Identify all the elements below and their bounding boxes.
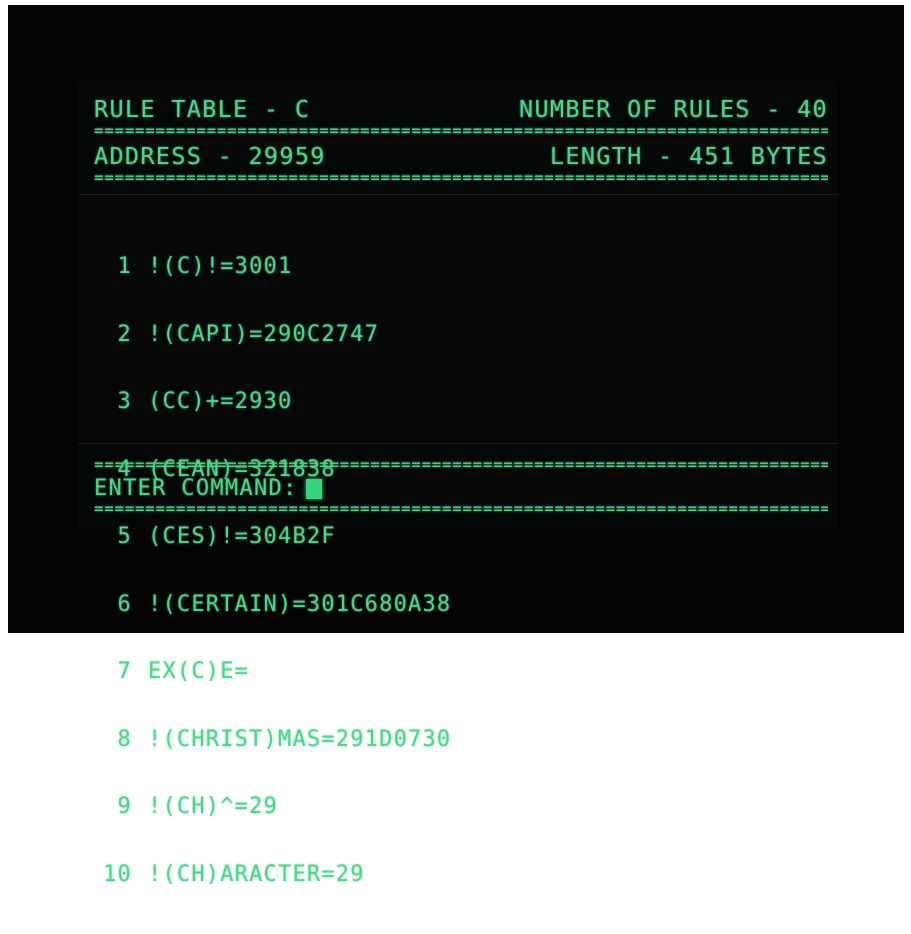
rule-text: !(CAPI)=290C2747 xyxy=(148,321,380,347)
rule-text: !(CH)^=29 xyxy=(148,794,279,819)
rule-number: 6 xyxy=(117,591,132,617)
rule-number: 5 xyxy=(117,524,132,549)
command-prompt: ENTER COMMAND: xyxy=(94,476,298,501)
rule-row: 5 (CES)!=304B2F xyxy=(94,524,814,549)
rule-row: 2 !(CAPI)=290C2747 xyxy=(94,321,814,347)
rule-text: !(CERTAIN)=301C680A38 xyxy=(148,591,452,617)
monitor-bezel: RULE TABLE - C NUMBER OF RULES - 40 ====… xyxy=(8,5,904,885)
rule-number: 10 xyxy=(103,861,132,887)
rule-row: 8 !(CHRIST)MAS=291D0730 xyxy=(94,726,814,752)
rule-row: 7 EX(C)E= xyxy=(94,659,814,684)
header-divider xyxy=(78,194,838,195)
rule-number: 1 xyxy=(117,254,132,279)
rule-table-title: RULE TABLE - C xyxy=(94,95,311,123)
rule-number: 8 xyxy=(117,726,132,752)
rule-text: !(CH)ARACTER=29 xyxy=(148,861,365,887)
rule-text: (CES)!=304B2F xyxy=(148,524,336,549)
rule-number: 9 xyxy=(117,794,132,819)
rule-row: 1 !(C)!=3001 xyxy=(94,254,814,279)
length-value: LENGTH - 451 BYTES xyxy=(549,142,828,170)
number-of-rules: NUMBER OF RULES - 40 xyxy=(519,95,828,123)
rule-row: 9 !(CH)^=29 xyxy=(94,794,814,819)
rule-number: 3 xyxy=(117,389,132,414)
separator-line: ========================================… xyxy=(94,125,828,137)
separator-line: ========================================… xyxy=(94,503,828,515)
address-value: ADDRESS - 29959 xyxy=(94,142,326,170)
header-row-bottom: ADDRESS - 29959 LENGTH - 451 BYTES xyxy=(94,144,828,168)
separator-line: ========================================… xyxy=(94,459,828,471)
rule-text: EX(C)E= xyxy=(148,659,250,684)
rule-row: 3 (CC)+=2930 xyxy=(94,389,814,414)
rule-row: 6 !(CERTAIN)=301C680A38 xyxy=(94,591,814,617)
header-row-top: RULE TABLE - C NUMBER OF RULES - 40 xyxy=(94,97,828,121)
rule-number: 7 xyxy=(117,659,132,684)
terminal-screen: RULE TABLE - C NUMBER OF RULES - 40 ====… xyxy=(78,81,838,885)
separator-line: ========================================… xyxy=(94,172,828,184)
text-cursor[interactable] xyxy=(305,479,322,499)
rule-row: 10 !(CH)ARACTER=29 xyxy=(94,861,814,887)
rule-list: 1 !(C)!=3001 2 !(CAPI)=290C2747 3 (CC)+=… xyxy=(94,209,814,932)
rule-text: !(CHRIST)MAS=291D0730 xyxy=(148,726,452,752)
rule-number: 2 xyxy=(117,321,132,347)
command-line[interactable]: ENTER COMMAND: xyxy=(94,477,322,501)
rule-text: !(C)!=3001 xyxy=(148,254,293,279)
footer-divider xyxy=(78,443,838,444)
rule-text: (CC)+=2930 xyxy=(148,389,293,414)
